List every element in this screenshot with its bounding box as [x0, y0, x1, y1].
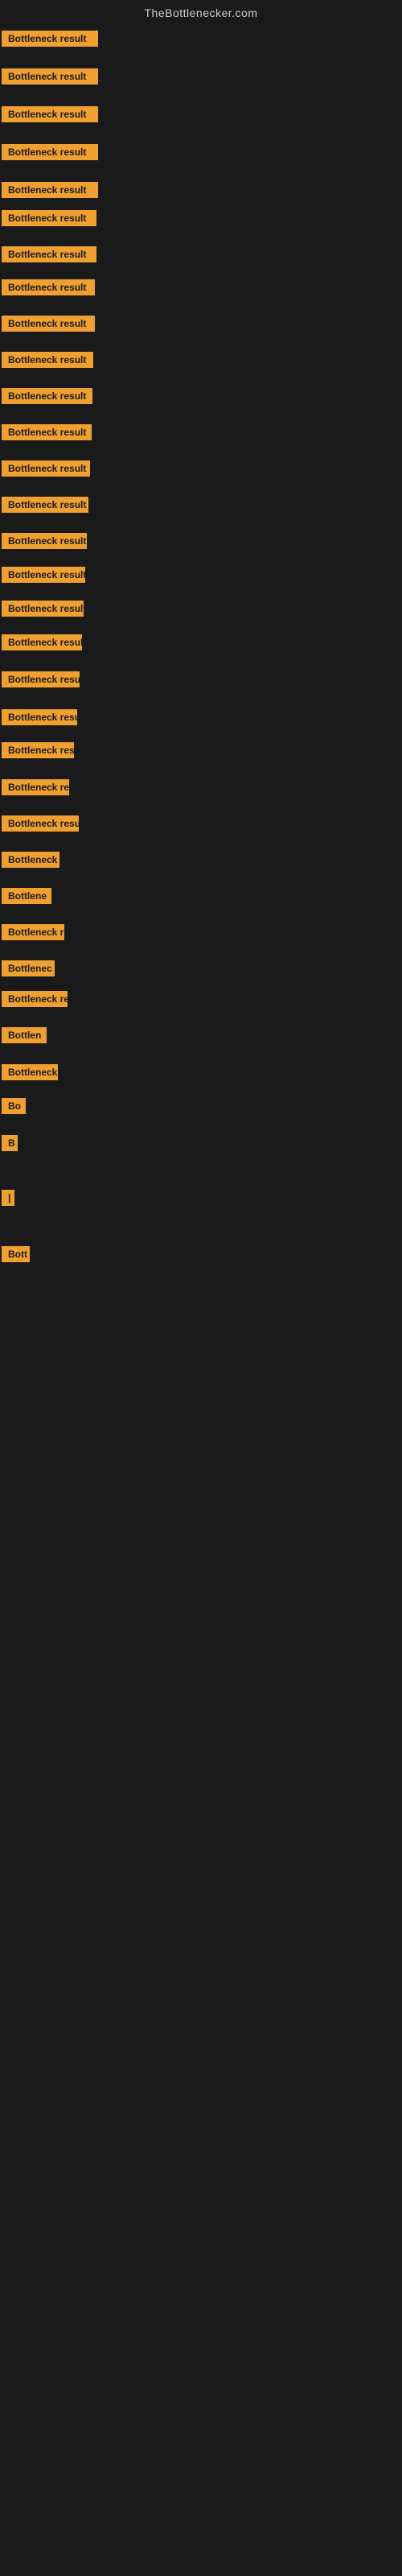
bottleneck-label: Bottleneck re: [2, 779, 69, 795]
bottleneck-item-27: Bottleneck re: [2, 991, 68, 1011]
bottleneck-item-5: Bottleneck result: [2, 210, 96, 230]
bottleneck-label: Bottleneck resul: [2, 815, 79, 832]
bottleneck-item-7: Bottleneck result: [2, 279, 95, 299]
bottleneck-label: Bottleneck result: [2, 567, 85, 583]
bottleneck-item-12: Bottleneck result: [2, 460, 90, 481]
bottleneck-label: Bottleneck re: [2, 991, 68, 1007]
bottleneck-label: Bottleneck result: [2, 497, 88, 513]
bottleneck-label: Bottlen: [2, 1027, 47, 1043]
bottleneck-label: Bottleneck result: [2, 210, 96, 226]
bottleneck-item-21: Bottleneck re: [2, 779, 69, 799]
bottleneck-label: Bottleneck result: [2, 533, 87, 549]
bottleneck-item-10: Bottleneck result: [2, 388, 92, 408]
bottleneck-item-1: Bottleneck result: [2, 68, 98, 89]
bottleneck-label: Bottleneck result: [2, 460, 90, 477]
bottleneck-label: Bottleneck result: [2, 352, 93, 368]
bottleneck-item-18: Bottleneck result: [2, 671, 80, 691]
bottleneck-label: Bottleneck result: [2, 246, 96, 262]
bottleneck-label: Bottleneck result: [2, 601, 84, 617]
bottleneck-label: Bottleneck: [2, 1064, 58, 1080]
bottleneck-item-13: Bottleneck result: [2, 497, 88, 517]
bottleneck-item-25: Bottleneck r: [2, 924, 64, 944]
site-title: TheBottlenecker.com: [0, 0, 402, 23]
bottleneck-label: Bottleneck result: [2, 182, 98, 198]
bottleneck-item-23: Bottleneck: [2, 852, 59, 872]
bottleneck-label: B: [2, 1135, 18, 1151]
bottleneck-item-24: Bottlene: [2, 888, 51, 908]
bottleneck-item-11: Bottleneck result: [2, 424, 92, 444]
bottleneck-label: Bottleneck result: [2, 671, 80, 687]
bottleneck-item-14: Bottleneck result: [2, 533, 87, 553]
bottleneck-item-17: Bottleneck result: [2, 634, 82, 654]
bottleneck-item-4: Bottleneck result: [2, 182, 98, 202]
bottleneck-label: Bo: [2, 1098, 26, 1114]
bottleneck-label: Bottleneck: [2, 852, 59, 868]
bottleneck-item-2: Bottleneck result: [2, 106, 98, 126]
bottleneck-item-6: Bottleneck result: [2, 246, 96, 266]
bottleneck-item-30: Bo: [2, 1098, 26, 1118]
bottleneck-label: Bottleneck result: [2, 424, 92, 440]
bottleneck-label: Bottleneck result: [2, 388, 92, 404]
bottleneck-item-28: Bottlen: [2, 1027, 47, 1047]
bottleneck-label: Bottleneck result: [2, 634, 82, 650]
bottleneck-item-32: |: [2, 1190, 14, 1210]
bottleneck-item-3: Bottleneck result: [2, 144, 98, 164]
bottleneck-item-29: Bottleneck: [2, 1064, 58, 1084]
bottleneck-label: Bottleneck result: [2, 279, 95, 295]
bottleneck-item-31: B: [2, 1135, 18, 1155]
bottleneck-label: Bottlenec: [2, 960, 55, 976]
bottleneck-label: Bottleneck result: [2, 106, 98, 122]
bottleneck-item-16: Bottleneck result: [2, 601, 84, 621]
bottleneck-label: |: [2, 1190, 14, 1206]
bottleneck-label: Bottlene: [2, 888, 51, 904]
bottleneck-label: Bott: [2, 1246, 30, 1262]
bottleneck-label: Bottleneck result: [2, 316, 95, 332]
bottleneck-label: Bottleneck result: [2, 31, 98, 47]
bottleneck-label: Bottleneck result: [2, 742, 74, 758]
bottleneck-item-9: Bottleneck result: [2, 352, 93, 372]
bottleneck-label: Bottleneck r: [2, 924, 64, 940]
bottleneck-item-0: Bottleneck result: [2, 31, 98, 51]
bottleneck-item-19: Bottleneck result: [2, 709, 77, 729]
bottleneck-label: Bottleneck result: [2, 709, 77, 725]
bottleneck-label: Bottleneck result: [2, 144, 98, 160]
bottleneck-item-15: Bottleneck result: [2, 567, 85, 587]
bottleneck-label: Bottleneck result: [2, 68, 98, 85]
bottleneck-item-20: Bottleneck result: [2, 742, 74, 762]
bottleneck-item-26: Bottlenec: [2, 960, 55, 980]
bottleneck-item-22: Bottleneck resul: [2, 815, 79, 836]
bottleneck-item-33: Bott: [2, 1246, 30, 1266]
bottleneck-item-8: Bottleneck result: [2, 316, 95, 336]
